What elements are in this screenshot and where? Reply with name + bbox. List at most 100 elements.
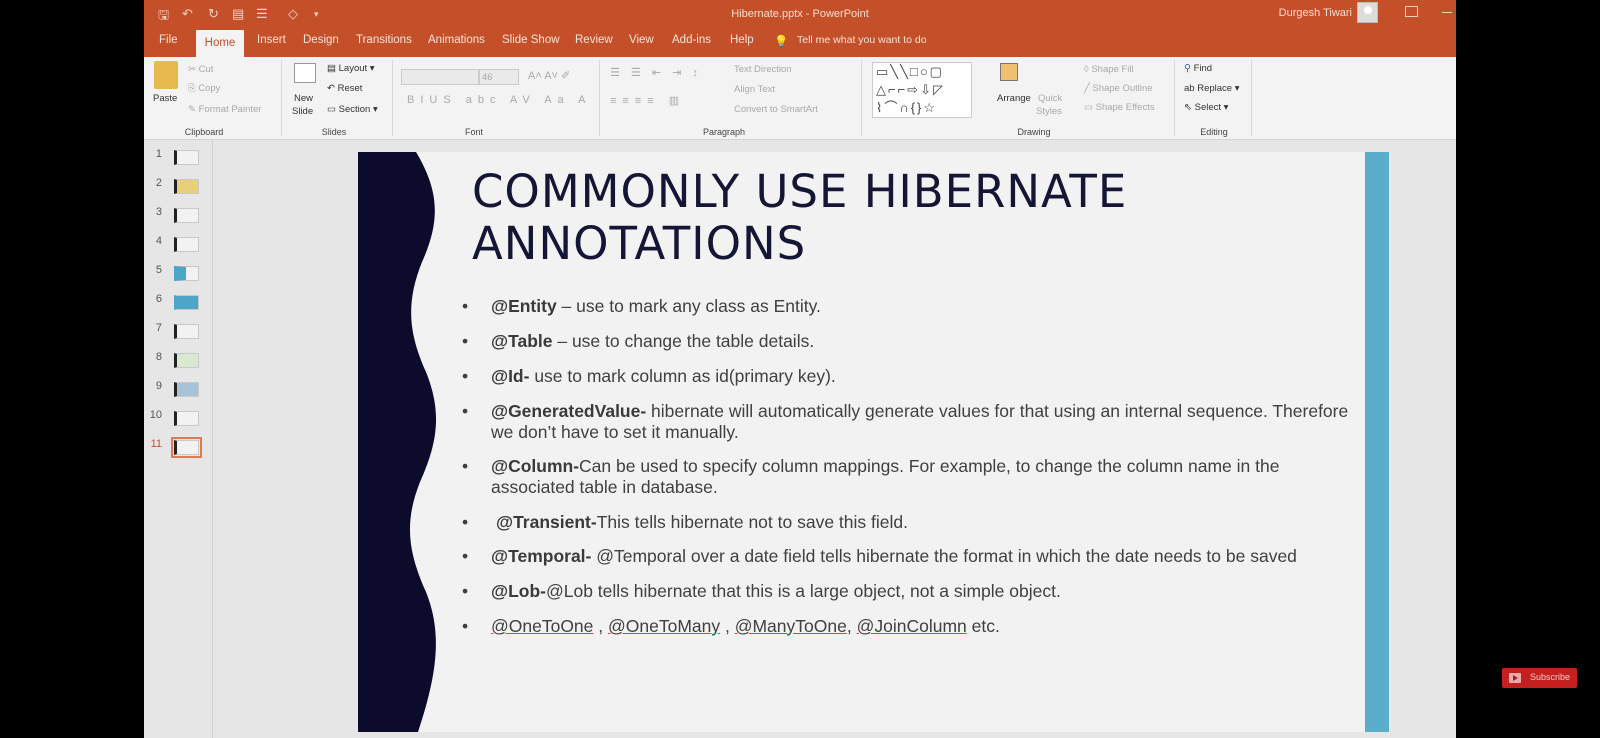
- section-button[interactable]: ▭ Section ▾: [327, 104, 378, 115]
- tab-animations[interactable]: Animations: [428, 34, 485, 46]
- annotation-name: @JoinColumn: [856, 616, 967, 636]
- font-format-buttons[interactable]: BIUS abc AV Aa A: [407, 94, 591, 106]
- shape-outline-button[interactable]: ╱ Shape Outline: [1084, 83, 1153, 94]
- grow-font-icon[interactable]: A˄ A˅ ✐: [528, 69, 570, 82]
- slide-preview: [174, 179, 199, 194]
- slide-title[interactable]: COMMONLY USE HIBERNATE ANNOTATIONS: [472, 166, 1127, 270]
- align-buttons[interactable]: ≡≡≡≡ ▥: [610, 94, 685, 107]
- format-painter-button[interactable]: ✎ Format Painter: [188, 104, 261, 115]
- divider: [281, 60, 282, 136]
- tab-design[interactable]: Design: [303, 34, 339, 46]
- copy-label: Copy: [198, 83, 221, 94]
- thumbnail-slide-4[interactable]: 4: [144, 235, 213, 255]
- thumbnail-slide-9[interactable]: 9: [144, 380, 213, 400]
- slide-canvas[interactable]: COMMONLY USE HIBERNATE ANNOTATIONS • @Ent…: [358, 152, 1389, 732]
- shape-effects-button[interactable]: ▭ Shape Effects: [1084, 102, 1155, 113]
- separator: ,: [720, 616, 735, 636]
- tab-transitions[interactable]: Transitions: [356, 34, 412, 46]
- replace-icon: ab: [1184, 83, 1198, 94]
- tell-me-search[interactable]: Tell me what you want to do: [797, 34, 927, 46]
- slide-preview: [174, 208, 199, 223]
- shape-outline-label: Shape Outline: [1092, 83, 1153, 94]
- select-label: Select: [1194, 102, 1222, 113]
- thumbnail-slide-3[interactable]: 3: [144, 206, 213, 226]
- select-button[interactable]: ⇖ Select ▾: [1184, 102, 1228, 113]
- annotation-name: @OneToMany: [608, 616, 721, 636]
- bullet-item: • @Table – use to change the table detail…: [462, 331, 815, 351]
- reset-button[interactable]: ↶ Reset: [327, 83, 362, 94]
- bullet-item: • @Transient-This tells hibernate not to …: [462, 512, 908, 532]
- thumbnail-slide-10[interactable]: 10: [144, 409, 213, 429]
- bullet-item: • @Entity – use to mark any class as Enti…: [462, 296, 821, 316]
- tab-help[interactable]: Help: [730, 34, 754, 46]
- tab-insert[interactable]: Insert: [257, 34, 286, 46]
- paste-button[interactable]: Paste: [153, 93, 177, 104]
- slides-group-label: Slides: [321, 127, 347, 137]
- new-slide-label[interactable]: Slide: [292, 106, 313, 117]
- tab-slide-show[interactable]: Slide Show: [502, 34, 560, 46]
- thumbnail-slide-6[interactable]: 6: [144, 293, 213, 313]
- arrange-button[interactable]: Arrange: [997, 93, 1031, 104]
- wave-decoration: [358, 152, 437, 732]
- font-size-select[interactable]: 46: [479, 69, 519, 85]
- slide-thumbnails-pane: 1 2 3 4 5 6 7 8 9 10 11: [144, 140, 213, 738]
- scissors-icon: ✂: [188, 64, 199, 75]
- minimize-icon[interactable]: [1442, 12, 1452, 13]
- arrange-icon[interactable]: [1000, 63, 1018, 81]
- align-text-button[interactable]: Align Text: [734, 84, 775, 95]
- thumbnail-slide-2[interactable]: 2: [144, 177, 213, 197]
- divider: [861, 60, 862, 136]
- tab-file[interactable]: File: [159, 34, 178, 46]
- annotation-name: @Table: [491, 331, 553, 351]
- ribbon-display-options-icon[interactable]: [1405, 6, 1418, 17]
- lightbulb-icon: 💡: [774, 36, 789, 48]
- thumbnail-slide-7[interactable]: 7: [144, 322, 213, 342]
- slide-number: 5: [155, 264, 162, 276]
- tab-add-ins[interactable]: Add-ins: [672, 34, 711, 46]
- annotation-desc: – use to mark any class as Entity.: [556, 296, 821, 316]
- new-slide-button[interactable]: New: [294, 93, 313, 104]
- paste-icon[interactable]: [154, 61, 178, 89]
- user-name[interactable]: Durgesh Tiwari: [1279, 7, 1352, 19]
- font-group-label: Font: [464, 127, 483, 137]
- tab-view[interactable]: View: [629, 34, 654, 46]
- quick-styles-label[interactable]: Styles: [1036, 106, 1062, 117]
- annotation-desc: etc.: [966, 616, 1000, 636]
- title-line: COMMONLY USE HIBERNATE: [472, 165, 1128, 218]
- separator: ,: [846, 616, 857, 636]
- text-direction-button[interactable]: Text Direction: [734, 64, 792, 75]
- annotation-name: @Lob-: [491, 581, 546, 601]
- separator: ,: [593, 616, 608, 636]
- find-button[interactable]: ⚲ Find: [1184, 63, 1212, 74]
- thumbnail-slide-8[interactable]: 8: [144, 351, 213, 371]
- thumbnail-slide-1[interactable]: 1: [144, 148, 213, 168]
- convert-smartart-button[interactable]: Convert to SmartArt: [734, 104, 818, 115]
- cut-button[interactable]: ✂ Cut: [188, 64, 213, 75]
- quick-styles-button[interactable]: Quick: [1038, 93, 1062, 104]
- tab-home[interactable]: Home: [196, 30, 244, 57]
- layout-icon: ▤: [327, 63, 339, 74]
- slide-number: 6: [155, 293, 162, 305]
- thumbnail-slide-11[interactable]: 11: [144, 437, 213, 458]
- shapes-gallery[interactable]: ▭╲╲□○▢ △⌐⌐⇨⇩◸ ⌇⌒∩{}☆: [872, 62, 972, 118]
- replace-button[interactable]: ab Replace ▾: [1184, 83, 1240, 94]
- slide-preview: [174, 150, 199, 165]
- slide-preview: [174, 411, 199, 426]
- thumbnail-slide-5[interactable]: 5: [144, 264, 213, 284]
- slide-preview: [174, 266, 199, 281]
- new-slide-icon[interactable]: [294, 63, 316, 83]
- tab-review[interactable]: Review: [575, 34, 613, 46]
- shape-effects-label: Shape Effects: [1095, 102, 1155, 113]
- slide-preview: [174, 382, 199, 397]
- avatar[interactable]: [1357, 2, 1378, 23]
- layout-label: Layout: [338, 63, 368, 74]
- font-name-select[interactable]: [401, 69, 479, 85]
- annotation-desc: use to mark column as id(primary key).: [529, 366, 836, 386]
- shape-fill-button[interactable]: ◊ Shape Fill: [1084, 64, 1134, 75]
- copy-icon: ⎘: [188, 83, 199, 94]
- reset-label: Reset: [337, 83, 363, 94]
- list-buttons[interactable]: ☰ ☰ ⇤ ⇥ ↕: [610, 66, 702, 79]
- subscribe-button[interactable]: Subscribe: [1502, 668, 1577, 688]
- layout-button[interactable]: ▤ Layout ▾: [327, 63, 375, 74]
- copy-button[interactable]: ⎘ Copy: [188, 83, 220, 94]
